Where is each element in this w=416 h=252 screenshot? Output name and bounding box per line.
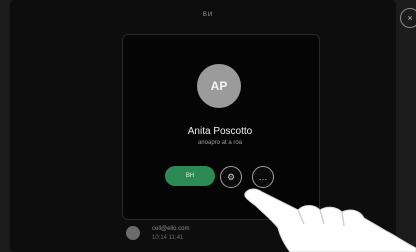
settings-button[interactable]: ⚙ (220, 166, 242, 188)
gear-icon: ⚙ (226, 172, 236, 182)
close-button[interactable]: × (400, 8, 416, 28)
screen-title: ВИ (202, 12, 214, 18)
pointing-hand-icon (244, 188, 416, 252)
close-icon: × (407, 13, 413, 23)
more-button[interactable]: … (252, 166, 274, 188)
more-icon: … (258, 172, 268, 182)
contact-name: Anita Poscotto (187, 126, 253, 137)
call-button[interactable]: ВН (165, 166, 215, 186)
recent-time: 10:14 11:41 (152, 235, 184, 241)
recent-avatar (126, 226, 140, 240)
contact-subtitle: anoapro at a roa (197, 140, 243, 146)
contact-avatar: AP (197, 64, 241, 108)
recent-email: cell@ello.com (152, 226, 190, 232)
